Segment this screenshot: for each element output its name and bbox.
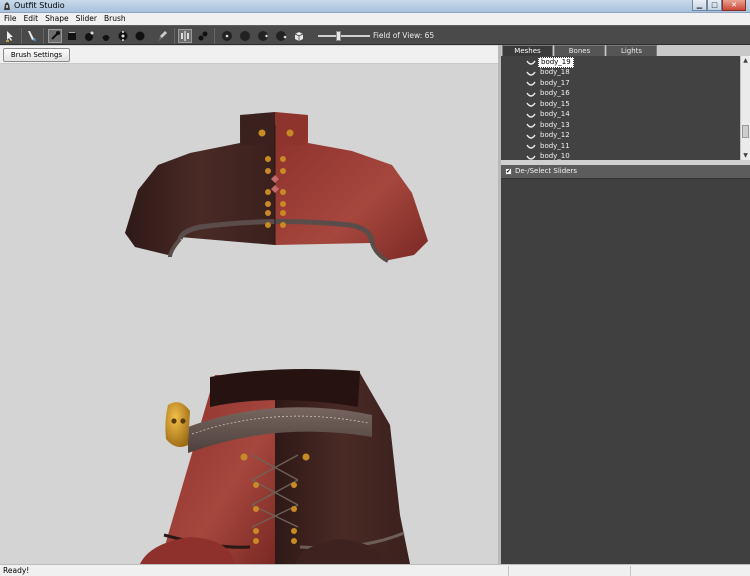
mesh-list: body_19 body_18 body_17 body_16 body_15 … bbox=[501, 56, 750, 160]
list-item[interactable]: body_15 bbox=[526, 99, 572, 109]
list-item[interactable]: body_14 bbox=[526, 110, 572, 120]
menu-edit[interactable]: Edit bbox=[21, 13, 42, 25]
menu-slider[interactable]: Slider bbox=[73, 13, 100, 25]
mesh-icon bbox=[526, 60, 536, 65]
maximize-button[interactable]: □ bbox=[707, 0, 722, 11]
menu-file[interactable]: File bbox=[1, 13, 20, 25]
robe-mesh bbox=[140, 369, 410, 564]
tab-lights[interactable]: Lights bbox=[606, 45, 657, 56]
mirror-icon[interactable] bbox=[178, 29, 192, 43]
deselect-sliders-checkbox[interactable]: ✔ bbox=[505, 168, 512, 175]
perspective-icon[interactable] bbox=[292, 29, 306, 43]
mesh-icon bbox=[526, 81, 536, 86]
list-item[interactable]: body_11 bbox=[526, 141, 572, 151]
deflate-brush-icon[interactable] bbox=[82, 29, 96, 43]
smooth-brush-icon[interactable] bbox=[116, 29, 130, 43]
inflate-brush-icon[interactable] bbox=[65, 29, 79, 43]
mantle-mesh bbox=[125, 112, 428, 263]
view-right-icon[interactable] bbox=[274, 29, 288, 43]
scroll-down-icon[interactable]: ▼ bbox=[741, 151, 750, 160]
mesh-list-scrollbar[interactable]: ▲ ▼ bbox=[740, 56, 750, 160]
scrollbar-thumb[interactable] bbox=[742, 125, 749, 138]
mesh-icon bbox=[526, 155, 536, 160]
right-panel: Meshes Bones Lights body_19 body_18 body… bbox=[501, 45, 750, 564]
brush-settings-bar: Brush Settings >> bbox=[0, 46, 498, 71]
status-bar: Ready! bbox=[0, 564, 750, 576]
deselect-sliders-label: De-/Select Sliders bbox=[515, 167, 578, 175]
tab-meshes[interactable]: Meshes bbox=[502, 45, 553, 56]
weight-brush-icon[interactable] bbox=[156, 29, 170, 43]
fov-label: Field of View: 65 bbox=[373, 31, 435, 40]
3d-viewport[interactable] bbox=[0, 65, 498, 564]
slider-panel-header: ✔ De-/Select Sliders bbox=[501, 165, 750, 179]
status-text: Ready! bbox=[3, 566, 30, 575]
list-item[interactable]: body_12 bbox=[526, 131, 572, 141]
window-title: Outfit Studio bbox=[14, 1, 65, 10]
connected-icon[interactable] bbox=[196, 29, 210, 43]
menu-bar: File Edit Shape Slider Brush bbox=[0, 13, 750, 25]
mesh-icon bbox=[526, 123, 536, 128]
list-item[interactable]: body_17 bbox=[526, 78, 572, 88]
mesh-icon bbox=[526, 92, 536, 97]
brush-icon[interactable] bbox=[25, 29, 39, 43]
mask-brush-icon[interactable] bbox=[48, 29, 62, 43]
close-button[interactable]: ✕ bbox=[722, 0, 746, 11]
mesh-label: body_19 bbox=[538, 56, 574, 68]
mesh-icon bbox=[526, 71, 536, 76]
move-brush-icon[interactable] bbox=[99, 29, 113, 43]
menu-shape[interactable]: Shape bbox=[42, 13, 72, 25]
list-item[interactable]: body_10 bbox=[526, 152, 572, 160]
mesh-label: body_17 bbox=[540, 78, 570, 87]
mesh-label: body_18 bbox=[540, 68, 570, 76]
scroll-up-icon[interactable]: ▲ bbox=[741, 56, 750, 65]
mesh-label: body_11 bbox=[540, 141, 570, 150]
menu-brush[interactable]: Brush bbox=[101, 13, 129, 25]
mesh-label: body_12 bbox=[540, 131, 570, 139]
list-item[interactable]: body_16 bbox=[526, 89, 572, 99]
title-bar: Outfit Studio ▁ □ ✕ bbox=[0, 0, 750, 13]
view-back-icon[interactable] bbox=[238, 29, 252, 43]
list-item[interactable]: body_19 bbox=[526, 56, 574, 68]
mesh-label: body_16 bbox=[540, 89, 570, 97]
mesh-label: body_10 bbox=[540, 152, 570, 160]
fov-slider-thumb[interactable] bbox=[336, 31, 342, 41]
brush-settings-button[interactable]: Brush Settings >> bbox=[3, 48, 70, 71]
mesh-label: body_13 bbox=[540, 120, 570, 129]
mesh-label: body_15 bbox=[540, 99, 570, 108]
mesh-icon bbox=[526, 102, 536, 107]
undiff-brush-icon[interactable] bbox=[133, 29, 147, 43]
mesh-label: body_14 bbox=[540, 110, 570, 118]
mesh-icon bbox=[526, 144, 536, 149]
minimize-button[interactable]: ▁ bbox=[692, 0, 707, 11]
slider-list bbox=[501, 180, 750, 564]
mesh-icon bbox=[526, 134, 536, 139]
toolbar: Field of View: 65 bbox=[0, 25, 750, 45]
view-front-icon[interactable] bbox=[220, 29, 234, 43]
fov-slider-track[interactable] bbox=[318, 35, 370, 37]
mesh-icon bbox=[526, 113, 536, 118]
list-item[interactable]: body_18 bbox=[526, 68, 572, 78]
select-icon[interactable] bbox=[3, 29, 17, 43]
app-icon bbox=[4, 2, 10, 10]
tab-bones[interactable]: Bones bbox=[554, 45, 605, 56]
view-left-icon[interactable] bbox=[256, 29, 270, 43]
panel-tabs: Meshes Bones Lights bbox=[501, 45, 750, 56]
list-item[interactable]: body_13 bbox=[526, 120, 572, 130]
